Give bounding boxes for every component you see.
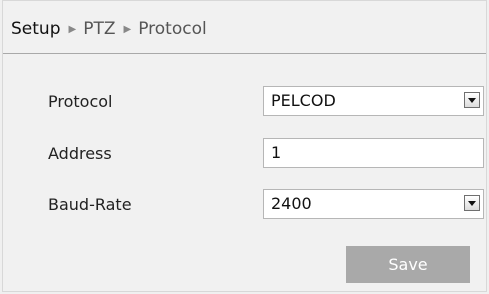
protocol-label: Protocol bbox=[48, 92, 113, 111]
breadcrumb-item-ptz: PTZ bbox=[83, 19, 116, 39]
baud-rate-label: Baud-Rate bbox=[48, 195, 132, 214]
protocol-select[interactable]: PELCOD bbox=[263, 86, 484, 116]
breadcrumb: Setup ▶ PTZ ▶ Protocol bbox=[11, 19, 207, 40]
baud-rate-select-value: 2400 bbox=[271, 194, 312, 213]
breadcrumb-item-protocol: Protocol bbox=[138, 19, 207, 39]
protocol-dropdown-button[interactable] bbox=[464, 92, 480, 108]
breadcrumb-item-setup: Setup bbox=[11, 19, 61, 39]
baud-rate-dropdown-button[interactable] bbox=[464, 195, 480, 211]
header-divider bbox=[3, 53, 486, 54]
protocol-select-value: PELCOD bbox=[271, 91, 336, 110]
save-button[interactable]: Save bbox=[346, 246, 470, 283]
breadcrumb-separator-icon: ▶ bbox=[68, 24, 77, 35]
address-input[interactable]: 1 bbox=[263, 138, 484, 168]
address-label: Address bbox=[48, 144, 112, 163]
chevron-down-icon bbox=[468, 98, 476, 103]
protocol-settings-panel: Setup ▶ PTZ ▶ Protocol Protocol PELCOD Addre… bbox=[2, 0, 487, 292]
chevron-down-icon bbox=[468, 201, 476, 206]
address-input-value: 1 bbox=[271, 143, 282, 162]
breadcrumb-separator-icon: ▶ bbox=[123, 24, 132, 35]
baud-rate-select[interactable]: 2400 bbox=[263, 189, 484, 219]
